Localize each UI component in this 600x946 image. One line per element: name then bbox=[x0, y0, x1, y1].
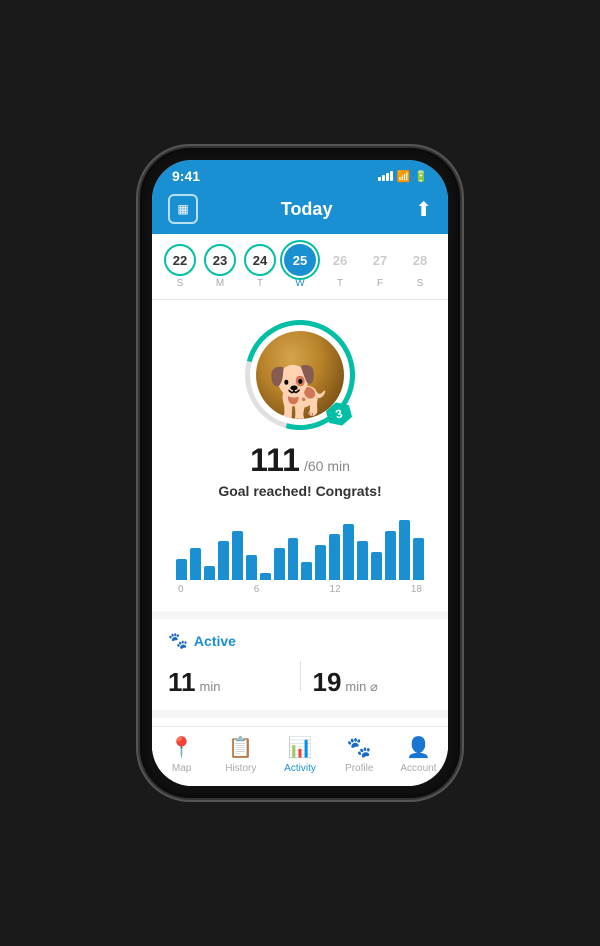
nav-item-map[interactable]: 📍 Map bbox=[152, 735, 211, 774]
calendar-icon: ▦ bbox=[177, 202, 188, 216]
active-stat-row: 11 min 19 min ⌀ bbox=[168, 661, 432, 698]
congrats-text: Goal reached! Congrats! bbox=[218, 483, 381, 499]
active-avg: 19 min ⌀ bbox=[313, 667, 433, 698]
share-button[interactable]: ⬆ bbox=[415, 197, 432, 222]
profile-icon: 🐾 bbox=[347, 735, 372, 760]
day-item-24[interactable]: 24 T bbox=[244, 244, 276, 289]
active-stat-header: 🐾 Active bbox=[168, 631, 432, 651]
main-content: 3 111 /60 min Goal reached! Congrats! 0 … bbox=[152, 300, 448, 726]
signal-icon bbox=[378, 171, 393, 181]
chart-bar-0 bbox=[176, 559, 187, 580]
chart-bar-5 bbox=[246, 555, 257, 580]
day-number-22: 22 bbox=[164, 244, 196, 276]
phone-screen: 9:41 📶 🔋 ▦ Today ⬆ 22 S 23 M 24 T 25W26 T 27 bbox=[152, 160, 448, 786]
bottom-nav: 📍 Map 📋 History 📊 Activity 🐾 Profile 👤 A… bbox=[152, 726, 448, 786]
nav-label-map: Map bbox=[172, 763, 191, 774]
chart-bar-17 bbox=[413, 538, 424, 580]
history-icon: 📋 bbox=[228, 735, 253, 760]
day-number-23: 23 bbox=[204, 244, 236, 276]
chart-labels: 0 6 12 18 bbox=[176, 584, 424, 595]
active-avg-value: 19 bbox=[313, 667, 342, 698]
day-item-28[interactable]: 28 S bbox=[404, 244, 436, 289]
week-strip: 22 S 23 M 24 T 25W26 T 27 F 28 S bbox=[152, 234, 448, 300]
status-bar: 9:41 📶 🔋 bbox=[152, 160, 448, 188]
chart-bar-8 bbox=[288, 538, 299, 580]
nav-item-activity[interactable]: 📊 Activity bbox=[270, 735, 329, 774]
day-item-23[interactable]: 23 M bbox=[204, 244, 236, 289]
chart-bar-1 bbox=[190, 548, 201, 580]
chart-bar-15 bbox=[385, 531, 396, 580]
chart-bar-14 bbox=[371, 552, 382, 580]
day-label-23: M bbox=[216, 278, 224, 289]
day-number-24: 24 bbox=[244, 244, 276, 276]
chart-bar-13 bbox=[357, 541, 368, 580]
account-icon: 👤 bbox=[406, 735, 431, 760]
status-icons: 📶 🔋 bbox=[378, 170, 428, 183]
day-label-24: T bbox=[257, 278, 263, 289]
day-label-22: S bbox=[177, 278, 184, 289]
nav-label-profile: Profile bbox=[345, 763, 373, 774]
active-value: 11 bbox=[168, 667, 196, 698]
day-item-25[interactable]: 25W bbox=[284, 244, 316, 289]
activity-minutes: 111 /60 min bbox=[250, 442, 350, 479]
dog-avatar-container: 3 bbox=[245, 320, 355, 430]
chart-label-18: 18 bbox=[411, 584, 422, 595]
nav-label-account: Account bbox=[400, 763, 436, 774]
calendar-button[interactable]: ▦ bbox=[168, 194, 198, 224]
calories-stats-section: 🔥 Calories 583 kcal 514 kcal ⌀ bbox=[152, 718, 448, 726]
chart-bar-16 bbox=[399, 520, 410, 580]
wifi-icon: 📶 bbox=[397, 170, 411, 183]
day-label-27: F bbox=[377, 278, 383, 289]
dog-section: 3 111 /60 min Goal reached! Congrats! 0 … bbox=[152, 300, 448, 611]
chart-label-0: 0 bbox=[178, 584, 184, 595]
nav-item-account[interactable]: 👤 Account bbox=[389, 735, 448, 774]
day-number-27: 27 bbox=[364, 244, 396, 276]
chart-label-12: 12 bbox=[330, 584, 341, 595]
stat-divider bbox=[300, 661, 301, 691]
status-time: 9:41 bbox=[172, 168, 200, 184]
chart-bar-11 bbox=[329, 534, 340, 580]
day-item-26[interactable]: 26 T bbox=[324, 244, 356, 289]
chart-bar-4 bbox=[232, 531, 243, 580]
activity-chart: 0 6 12 18 bbox=[168, 515, 432, 595]
day-number-26: 26 bbox=[324, 244, 356, 276]
day-number-28: 28 bbox=[404, 244, 436, 276]
chart-bar-7 bbox=[274, 548, 285, 580]
minutes-value: 111 bbox=[250, 442, 300, 479]
chart-bar-10 bbox=[315, 545, 326, 580]
phone-frame: 9:41 📶 🔋 ▦ Today ⬆ 22 S 23 M 24 T 25W26 T 27 bbox=[140, 148, 460, 798]
chart-bar-2 bbox=[204, 566, 215, 580]
nav-item-history[interactable]: 📋 History bbox=[211, 735, 270, 774]
chart-label-6: 6 bbox=[254, 584, 260, 595]
chart-bars bbox=[176, 515, 424, 580]
chart-bar-12 bbox=[343, 524, 354, 580]
app-header: ▦ Today ⬆ bbox=[152, 188, 448, 234]
minutes-goal: /60 min bbox=[304, 458, 350, 474]
day-item-27[interactable]: 27 F bbox=[364, 244, 396, 289]
day-label-28: S bbox=[417, 278, 424, 289]
nav-label-history: History bbox=[225, 763, 256, 774]
active-stats-section: 🐾 Active 11 min 19 min ⌀ bbox=[152, 619, 448, 710]
dog-photo bbox=[256, 331, 344, 419]
battery-icon: 🔋 bbox=[414, 170, 428, 183]
chart-bar-6 bbox=[260, 573, 271, 580]
paw-icon: 🐾 bbox=[168, 631, 188, 651]
active-title: Active bbox=[194, 633, 236, 649]
day-label-26: T bbox=[337, 278, 343, 289]
nav-label-activity: Activity bbox=[284, 763, 316, 774]
active-avg-unit: min ⌀ bbox=[345, 679, 377, 695]
header-title: Today bbox=[281, 199, 333, 220]
activity-icon: 📊 bbox=[288, 735, 313, 760]
map-icon: 📍 bbox=[169, 735, 194, 760]
day-item-22[interactable]: 22 S bbox=[164, 244, 196, 289]
active-current: 11 min bbox=[168, 667, 288, 698]
active-unit: min bbox=[200, 679, 221, 694]
chart-bar-3 bbox=[218, 541, 229, 580]
chart-bar-9 bbox=[301, 562, 312, 580]
nav-item-profile[interactable]: 🐾 Profile bbox=[330, 735, 389, 774]
day-number-25: 25 bbox=[284, 244, 316, 276]
